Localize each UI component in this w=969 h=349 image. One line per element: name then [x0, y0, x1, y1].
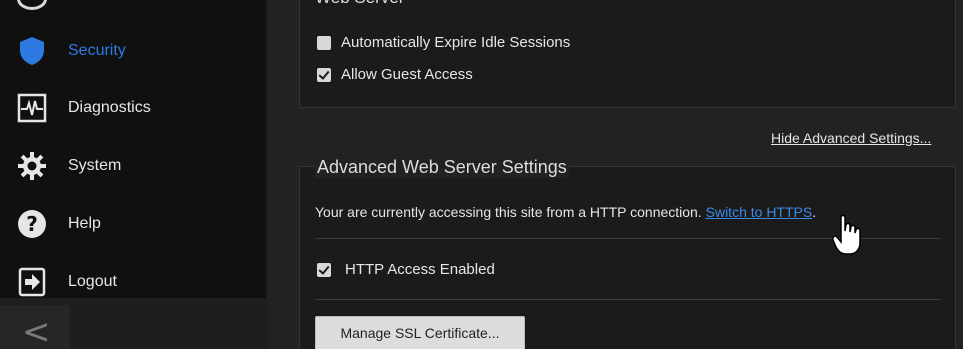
connection-info: Your are currently accessing this site f…: [315, 204, 816, 220]
guest-access-label: Allow Guest Access: [341, 66, 473, 83]
expire-sessions-checkbox[interactable]: [317, 35, 331, 50]
hide-advanced-settings-link[interactable]: Hide Advanced Settings...: [771, 130, 931, 146]
gear-icon: [18, 152, 46, 180]
sidebar-item-label: Diagnostics: [68, 99, 151, 116]
divider: [315, 299, 941, 300]
sidebar-item-system[interactable]: System: [0, 138, 266, 194]
connection-info-text: Your are currently accessing this site f…: [315, 204, 706, 220]
expire-sessions-label: Automatically Expire Idle Sessions: [341, 34, 571, 51]
web-server-panel: Web Server Automatically Expire Idle Ses…: [299, 0, 956, 108]
connection-info-suffix: .: [812, 204, 817, 220]
logout-icon: [18, 267, 46, 297]
sidebar: Security Diagnostics System ? Help Logou…: [0, 0, 268, 349]
pulse-icon: [17, 93, 47, 123]
sidebar-item-label: Logout: [68, 273, 117, 290]
svg-text:?: ?: [26, 212, 38, 236]
sidebar-item-diagnostics[interactable]: Diagnostics: [0, 80, 266, 136]
web-server-title: Web Server: [315, 0, 404, 8]
guest-access-checkbox-row[interactable]: Allow Guest Access: [317, 66, 473, 83]
advanced-settings-title: Advanced Web Server Settings: [315, 157, 569, 178]
chevron-left-icon: <: [22, 312, 51, 349]
http-access-checkbox-row[interactable]: HTTP Access Enabled: [317, 261, 495, 278]
question-icon: ?: [18, 210, 46, 238]
sidebar-collapse-button[interactable]: <: [0, 305, 70, 349]
manage-ssl-certificate-button[interactable]: Manage SSL Certificate...: [315, 316, 525, 349]
shield-icon: [20, 37, 44, 65]
http-access-checkbox[interactable]: [317, 262, 331, 277]
sidebar-item-label: Security: [68, 42, 126, 59]
guest-access-checkbox[interactable]: [317, 67, 331, 82]
advanced-web-server-panel: Advanced Web Server Settings Your are cu…: [299, 157, 956, 349]
sidebar-item-security[interactable]: Security: [0, 23, 266, 79]
switch-to-https-link[interactable]: Switch to HTTPS: [706, 204, 813, 220]
sidebar-item-label: System: [68, 157, 122, 174]
hand-cursor-icon: [832, 214, 861, 255]
sidebar-menu: Security Diagnostics System ? Help Logou…: [0, 0, 266, 298]
main-content: Web Server Automatically Expire Idle Ses…: [268, 0, 963, 349]
dashboard-icon: [17, 0, 47, 10]
app-window: Security Diagnostics System ? Help Logou…: [0, 0, 969, 349]
sidebar-item-label: Help: [68, 215, 101, 232]
expire-sessions-checkbox-row[interactable]: Automatically Expire Idle Sessions: [317, 34, 570, 51]
http-access-label: HTTP Access Enabled: [345, 261, 495, 278]
sidebar-item-help[interactable]: ? Help: [0, 196, 266, 252]
